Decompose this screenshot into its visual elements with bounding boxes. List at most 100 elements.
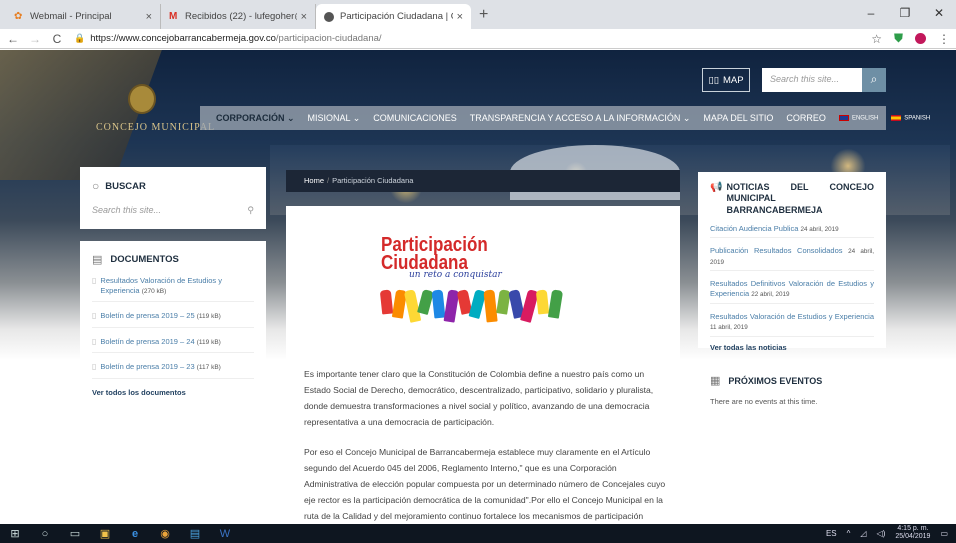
news-item[interactable]: Publicación Resultados Consolidados 24 a… — [710, 246, 874, 272]
star-icon[interactable]: ☆ — [871, 32, 882, 46]
calendar-icon: ▦ — [710, 375, 721, 387]
menu-correo[interactable]: CORREO — [786, 113, 826, 123]
menu-mapa-del-sitio[interactable]: MAPA DEL SITIO — [703, 113, 773, 123]
tab-title: Recibidos (22) - lufegoher@gma — [185, 11, 297, 22]
document-item[interactable]: ▯ Boletín de prensa 2019 – 23 (117 kB) — [92, 362, 254, 379]
file-icon: ▯ — [92, 336, 97, 346]
view-all-documents-link[interactable]: Ver todos los documentos — [92, 388, 254, 397]
menu-icon[interactable]: ⋮ — [938, 32, 950, 46]
language-indicator[interactable]: ES — [826, 529, 837, 538]
url-field[interactable]: 🔒 https://www.concejobarrancabermeja.gov… — [74, 31, 382, 47]
document-link[interactable]: Boletín de prensa 2019 – 23 (117 kB) — [100, 362, 220, 372]
tab-participacion[interactable]: Participación Ciudadana | Conce × — [316, 4, 471, 29]
document-icon: ▤ — [92, 254, 103, 266]
menu-spanish[interactable]: SPANISH — [891, 114, 931, 122]
menu-corporacion[interactable]: CORPORACIÓN ⌄ — [216, 113, 295, 124]
volume-icon[interactable]: ◁) — [877, 529, 886, 538]
document-title: Boletín de prensa 2019 – 24 — [100, 336, 195, 346]
logo-seal-icon[interactable] — [128, 84, 156, 114]
map-icon: ▯▯ — [708, 74, 719, 86]
new-tab-button[interactable]: + — [479, 6, 488, 24]
view-all-news-link[interactable]: Ver todas las noticias — [710, 343, 874, 352]
reload-icon[interactable]: C — [48, 32, 66, 46]
search-icon[interactable]: ⌕ — [862, 68, 886, 92]
document-link[interactable]: Boletín de prensa 2019 – 24 (119 kB) — [100, 337, 220, 347]
tab-webmail[interactable]: ✿ Webmail - Principal × — [6, 4, 161, 29]
news-link[interactable]: Resultados Definitivos Valoración de Est… — [710, 279, 874, 298]
back-icon[interactable]: ← — [4, 32, 22, 46]
close-icon[interactable]: × — [146, 11, 152, 23]
events-title: ▦ PRÓXIMOS EVENTOS — [710, 374, 874, 387]
close-window-icon[interactable]: ✕ — [922, 0, 956, 29]
paragraph: Por eso el Concejo Municipal de Barranca… — [304, 447, 666, 521]
tab-gmail[interactable]: M Recibidos (22) - lufegoher@gma × — [161, 4, 316, 29]
uk-flag-icon — [838, 114, 849, 121]
news-title: 📢 NOTICIAS DEL CONCEJO MUNICIPAL BARRANC… — [710, 182, 874, 216]
search-icon: ○ — [92, 179, 100, 193]
news-date: 11 abril, 2019 — [710, 324, 748, 331]
sidebar-search-input[interactable]: Search this site... ⚲ — [92, 205, 254, 219]
close-icon[interactable]: × — [457, 11, 463, 23]
shield-icon[interactable]: ⛊ — [894, 31, 903, 46]
document-link[interactable]: Resultados Valoración de Estudios y Expe… — [100, 276, 254, 296]
spain-flag-icon — [891, 114, 902, 121]
windows-taskbar: ⊞ ○ ▭ ▣ e ◉ ▤ W ES ^ ◿ ◁) 4:15 p. m. 25/… — [0, 524, 956, 543]
menu-english[interactable]: ENGLISH — [838, 114, 878, 121]
document-item[interactable]: ▯ Boletín de prensa 2019 – 25 (119 kB) — [92, 311, 254, 328]
edge-icon[interactable]: e — [120, 528, 150, 540]
menu-misional[interactable]: MISIONAL ⌄ — [308, 113, 361, 124]
news-item[interactable]: Resultados Valoración de Estudios y Expe… — [710, 312, 874, 337]
file-icon: ▯ — [92, 311, 97, 321]
word-icon[interactable]: W — [210, 528, 240, 540]
search-icon[interactable]: ⚲ — [247, 205, 254, 219]
file-icon: ▯ — [92, 362, 97, 372]
forward-icon[interactable]: → — [26, 32, 44, 46]
document-size: (119 kB) — [196, 313, 221, 321]
document-title: Boletín de prensa 2019 – 23 — [100, 362, 195, 372]
restore-icon[interactable]: ❐ — [888, 0, 922, 29]
breadcrumb-home[interactable]: Home — [304, 176, 324, 185]
tray-up-icon[interactable]: ^ — [847, 529, 851, 538]
avatar[interactable] — [915, 33, 926, 44]
map-button[interactable]: ▯▯ MAP — [702, 68, 750, 92]
photos-icon[interactable]: ▤ — [180, 527, 210, 540]
windows-start-icon[interactable]: ⊞ — [0, 527, 30, 540]
menu-comunicaciones[interactable]: COMUNICACIONES — [373, 113, 457, 123]
gmail-icon: M — [169, 10, 178, 22]
document-size: (270 kB) — [141, 287, 167, 295]
news-item[interactable]: Citación Audiencia Publica 24 abril, 201… — [710, 224, 874, 239]
spanish-label: SPANISH — [904, 115, 931, 122]
events-title-text: PRÓXIMOS EVENTOS — [728, 375, 823, 386]
search-placeholder: Search this site... — [92, 205, 162, 215]
documents-title: ▤ DOCUMENTOS — [92, 253, 254, 266]
poster-title-line2: Ciudadana — [381, 252, 468, 274]
menu-transparencia[interactable]: TRANSPARENCIA Y ACCESO A LA INFORMACIÓN … — [470, 113, 691, 124]
news-item[interactable]: Resultados Definitivos Valoración de Est… — [710, 279, 874, 304]
document-size: (119 kB) — [196, 338, 221, 346]
search-icon[interactable]: ○ — [30, 528, 60, 540]
news-link[interactable]: Publicación Resultados Consolidados — [710, 246, 843, 255]
header-decoration — [0, 50, 166, 180]
tab-title: Webmail - Principal — [30, 11, 112, 22]
minimize-icon[interactable]: – — [854, 0, 888, 29]
document-size: (117 kB) — [196, 364, 221, 372]
document-item[interactable]: ▯ Boletín de prensa 2019 – 24 (119 kB) — [92, 336, 254, 354]
chrome-icon[interactable]: ◉ — [150, 527, 180, 540]
document-item[interactable]: ▯ Resultados Valoración de Estudios y Ex… — [92, 276, 254, 303]
clock-date: 25/04/2019 — [895, 533, 931, 540]
search-title: BUSCAR — [105, 180, 146, 192]
notifications-icon[interactable]: ▭ — [940, 529, 948, 538]
participacion-poster: Participación Ciudadana un reto a conqui… — [379, 235, 571, 356]
webmail-icon: ✿ — [14, 10, 23, 22]
store-icon[interactable]: ▣ — [90, 527, 120, 540]
header-search-input[interactable]: Search this site... — [762, 68, 862, 92]
news-link[interactable]: Resultados Valoración de Estudios y Expe… — [710, 312, 874, 321]
close-icon[interactable]: × — [301, 11, 307, 23]
document-link[interactable]: Boletín de prensa 2019 – 25 (119 kB) — [100, 311, 220, 321]
task-view-icon[interactable]: ▭ — [60, 527, 90, 540]
news-link[interactable]: Citación Audiencia Publica — [710, 224, 798, 233]
logo-text[interactable]: CONCEJO MUNICIPAL — [96, 122, 215, 133]
hand-icon — [431, 289, 446, 319]
clock[interactable]: 4:15 p. m. 25/04/2019 — [895, 525, 930, 541]
network-icon[interactable]: ◿ — [860, 529, 866, 538]
